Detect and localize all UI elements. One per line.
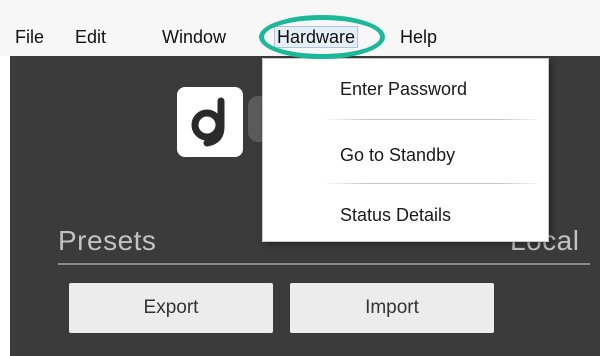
menu-bar: File Edit Window Hardware Help	[0, 0, 600, 56]
menu-item-enter-password[interactable]: Enter Password	[340, 79, 467, 100]
menu-window[interactable]: Window	[162, 26, 226, 48]
menu-item-status-details[interactable]: Status Details	[340, 205, 451, 226]
menu-file[interactable]: File	[15, 26, 44, 48]
import-button[interactable]: Import	[290, 283, 494, 333]
menu-help[interactable]: Help	[400, 26, 437, 48]
presets-heading: Presets	[58, 225, 157, 256]
export-button[interactable]: Export	[69, 283, 273, 333]
hardware-dropdown-menu: Enter Password Go to Standby Status Deta…	[262, 58, 549, 242]
menu-separator	[323, 119, 543, 120]
app-logo-icon	[177, 87, 243, 157]
menu-item-go-to-standby[interactable]: Go to Standby	[340, 145, 455, 166]
presets-divider	[58, 263, 590, 265]
menu-edit[interactable]: Edit	[75, 26, 106, 48]
menu-separator	[323, 183, 543, 184]
menu-hardware[interactable]: Hardware	[274, 26, 359, 48]
